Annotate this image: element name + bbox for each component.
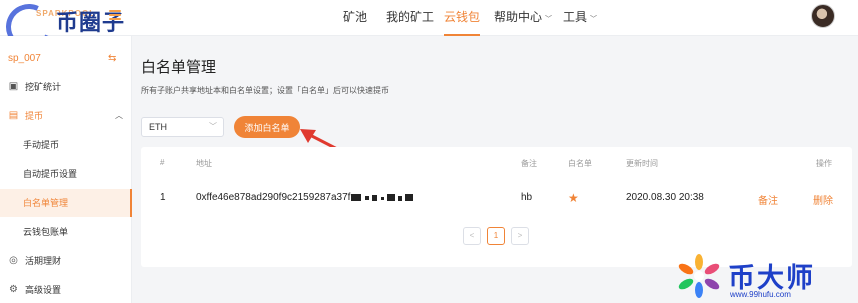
header-updated: 更新时间 bbox=[626, 159, 658, 168]
whitelist-table: # 地址 备注 白名单 更新时间 操作 1 0xffe46e878ad290f9… bbox=[141, 147, 852, 267]
row-index: 1 bbox=[160, 192, 166, 203]
header-address: 地址 bbox=[196, 159, 212, 168]
pagination-page-1[interactable]: 1 bbox=[487, 227, 505, 245]
edit-remark-link[interactable]: 备注 bbox=[758, 192, 778, 207]
sidebar-item-whitelist[interactable]: 白名单管理 bbox=[0, 189, 132, 217]
pagination-next[interactable]: > bbox=[511, 227, 529, 245]
switch-account-icon[interactable]: ⇆ bbox=[108, 53, 116, 64]
sidebar-item-auto-withdraw[interactable]: 自动提币设置 bbox=[0, 160, 132, 188]
sidebar-item-advanced-settings[interactable]: ⚙ 高级设置 bbox=[0, 276, 132, 303]
watermark-url: www.99hufu.com bbox=[730, 290, 791, 299]
watermark-flower-logo bbox=[678, 254, 720, 298]
page-description: 所有子账户共享地址本和白名单设置；设置「白名单」后可以快速提币 bbox=[141, 86, 389, 95]
header-actions: 操作 bbox=[816, 159, 832, 168]
menu-toggle-icon[interactable] bbox=[109, 10, 121, 20]
pagination-prev[interactable]: < bbox=[463, 227, 481, 245]
coin-select-value: ETH bbox=[149, 122, 167, 132]
chart-icon: ▣ bbox=[8, 81, 19, 92]
row-remark: hb bbox=[521, 192, 533, 203]
whitelist-star-icon: ★ bbox=[568, 191, 579, 205]
delete-link[interactable]: 删除 bbox=[813, 192, 833, 207]
wallet-icon: ▤ bbox=[8, 110, 19, 121]
chevron-down-icon: ﹀ bbox=[545, 16, 553, 23]
coin-select[interactable]: ETH ﹀ bbox=[141, 117, 224, 137]
avatar[interactable] bbox=[811, 4, 835, 28]
top-navbar: SPARKPOOL 币圈子 矿池 我的矿工 云钱包 帮助中心 ﹀ 工具 ﹀ bbox=[0, 0, 858, 57]
add-whitelist-button[interactable]: 添加白名单 bbox=[234, 116, 300, 138]
finance-icon: ◎ bbox=[9, 255, 18, 266]
sidebar-item-manual-withdraw[interactable]: 手动提币 bbox=[0, 131, 132, 159]
nav-my-miners[interactable]: 我的矿工 bbox=[386, 0, 434, 36]
nav-tools[interactable]: 工具 ﹀ bbox=[563, 0, 597, 36]
row-updated-time: 2020.08.30 20:38 bbox=[626, 192, 704, 203]
sidebar-item-wallet-bill[interactable]: 云钱包账单 bbox=[0, 218, 132, 246]
redacted-address-mask bbox=[351, 193, 414, 201]
sidebar-item-mining-stats[interactable]: ▣ 挖矿统计 bbox=[0, 73, 132, 101]
chevron-down-icon: ﹀ bbox=[209, 122, 217, 131]
settings-icon: ⚙ bbox=[9, 284, 18, 295]
nav-cloud-wallet[interactable]: 云钱包 bbox=[444, 0, 481, 36]
sidebar: sp_007 ⇆ ▣ 挖矿统计 ▤ 提币 ︿ 手动提币 自动提币设置 白名单管理… bbox=[0, 36, 132, 303]
header-whitelist: 白名单 bbox=[568, 159, 592, 168]
sidebar-item-withdraw[interactable]: ▤ 提币 ︿ bbox=[0, 102, 132, 130]
sidebar-item-finance[interactable]: ◎ 活期理财 bbox=[0, 247, 132, 275]
row-address: 0xffe46e878ad290f9c2159287a37f bbox=[196, 192, 414, 203]
header-remark: 备注 bbox=[521, 159, 537, 168]
site-logo[interactable]: SPARKPOOL 币圈子 bbox=[0, 0, 151, 57]
page-title: 白名单管理 bbox=[141, 59, 217, 76]
account-name[interactable]: sp_007 bbox=[8, 53, 41, 64]
chevron-up-icon: ︿ bbox=[115, 111, 123, 120]
nav-help-center[interactable]: 帮助中心 ﹀ bbox=[494, 0, 552, 36]
chevron-down-icon: ﹀ bbox=[590, 16, 598, 23]
header-index: # bbox=[160, 158, 165, 167]
nav-pool[interactable]: 矿池 bbox=[343, 0, 367, 36]
